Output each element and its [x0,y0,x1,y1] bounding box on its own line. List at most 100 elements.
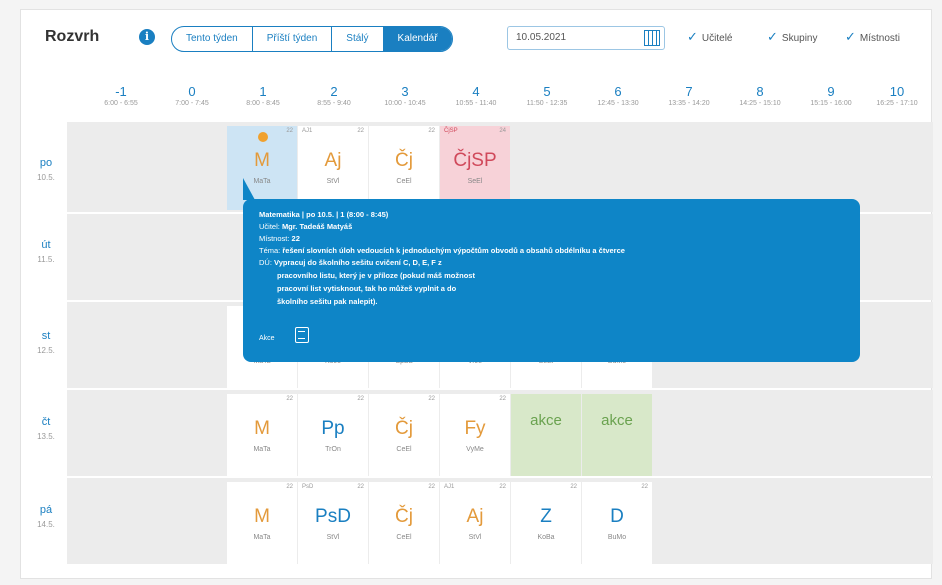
lesson-teacher: StVl [468,534,482,541]
lesson-teacher: MaTa [253,446,271,453]
toggle-groups[interactable]: ✓ Skupiny [767,29,817,45]
tab-calendar[interactable]: Kalendář [383,27,452,51]
day-name: út [41,239,51,251]
period-time: 10:55 - 11:40 [455,100,497,107]
week-selector: Tento týden Příští týden Stálý Kalendář [171,26,453,52]
lesson-cell[interactable]: AJ1 22 Aj StVl [298,126,368,210]
tooltip-topic-label: Téma: [259,246,281,255]
period-number: 4 [472,84,480,99]
calendar-icon[interactable] [644,30,660,46]
date-field[interactable]: 10.05.2021 [507,26,665,50]
day-label: út 11.5. [21,239,71,264]
lesson-cell[interactable]: 22 Čj CeEl [369,394,439,476]
day-label: čt 13.5. [21,416,71,441]
lesson-subject: Pp [321,418,345,439]
period-header: 9 15:15 - 16:00 [795,85,867,109]
period-time: 8:00 - 8:45 [246,100,280,107]
period-number: 5 [543,84,551,99]
toggle-label: Učitelé [701,33,733,44]
period-number: 1 [259,84,267,99]
group-label: AJ1 [444,484,455,490]
room-number: 22 [499,484,506,490]
period-header: 1 8:00 - 8:45 [227,85,299,109]
lesson-cell[interactable]: 22 Fy VyMe [440,394,510,476]
room-number: 22 [499,396,506,402]
tab-next-week[interactable]: Příští týden [253,27,333,51]
tooltip-homework: DÚ: Vypracuj do školního sešitu cvičení … [259,258,442,267]
period-number: 6 [614,84,622,99]
lesson-cell[interactable]: PsD 22 PsD StVl [298,482,368,564]
event-cell[interactable]: akce [511,394,581,476]
lesson-teacher: VyMe [466,446,484,453]
period-header: 7 13:35 - 14:20 [653,85,725,109]
period-time: 11:50 - 12:35 [526,100,568,107]
tooltip-room-label: Místnost: [259,234,290,243]
period-header: -1 6:00 - 6:55 [85,85,157,109]
period-number: 3 [401,84,409,99]
attachment-icon[interactable] [295,327,309,343]
lesson-subject: Z [540,506,552,527]
lesson-teacher: CeEl [396,534,412,541]
tooltip-arrow [243,178,255,200]
lesson-teacher: KoBa [537,534,555,541]
lesson-cell[interactable]: AJ1 22 Aj StVl [440,482,510,564]
tab-this-week[interactable]: Tento týden [172,27,253,51]
lesson-teacher: MaTa [253,534,271,541]
lesson-subject: Aj [324,150,342,171]
tooltip-room: Místnost: 22 [259,234,300,243]
room-number: 22 [428,128,435,134]
lesson-cell[interactable]: 22 M MaTa [227,482,297,564]
lesson-subject: Čj [395,506,413,527]
lesson-cell[interactable]: 22 Pp TrOn [298,394,368,476]
tooltip-homework-line: Vypracuj do školního sešitu cvičení C, D… [274,258,442,267]
lesson-cell-selected[interactable]: 22 M MaTa [227,126,297,210]
day-name: po [39,157,53,169]
lesson-cell[interactable]: 22 Čj CeEl [369,482,439,564]
period-time: 16:25 - 17:10 [876,100,918,107]
page-title: Rozvrh [45,28,100,45]
tooltip-title: Matematika | po 10.5. | 1 (8:00 - 8:45) [259,210,389,219]
lesson-cell[interactable]: 22 Z KoBa [511,482,581,564]
tooltip-topic: Téma: řešení slovních úloh vedoucích k j… [259,246,625,255]
group-label: AJ1 [302,128,313,134]
warning-icon[interactable] [258,132,268,142]
period-header: 10 16:25 - 17:10 [861,85,933,109]
tooltip-topic-value: řešení slovních úloh vedoucích k jednodu… [282,246,625,255]
day-date: 14.5. [37,520,55,529]
period-number: 10 [889,84,905,99]
period-number: 8 [756,84,764,99]
lesson-cell-changed[interactable]: ČjSP 24 ČjSP SeEl [440,126,510,210]
toggle-rooms[interactable]: ✓ Místnosti [845,29,900,45]
period-time: 6:00 - 6:55 [104,100,138,107]
lesson-cell[interactable]: 22 Čj CeEl [369,126,439,210]
period-time: 8:55 - 9:40 [317,100,351,107]
room-number: 22 [570,484,577,490]
room-number: 24 [499,128,506,134]
tooltip-homework-label: DÚ: [259,258,272,267]
lesson-teacher: CeEl [396,178,412,185]
event-cell[interactable]: akce [582,394,652,476]
day-name: čt [41,416,51,428]
check-icon: ✓ [845,29,856,44]
lesson-cell[interactable]: 22 D BuMo [582,482,652,564]
lesson-subject: M [254,418,270,439]
check-icon: ✓ [687,29,698,44]
lesson-subject: M [254,506,270,527]
period-time: 14:25 - 15:10 [739,100,781,107]
lesson-subject: M [254,150,270,171]
room-number: 22 [286,484,293,490]
lesson-subject: PsD [315,506,351,527]
toggle-teachers[interactable]: ✓ Učitelé [687,29,732,45]
lesson-teacher: CeEl [396,446,412,453]
period-number: 9 [827,84,835,99]
check-icon: ✓ [767,29,778,44]
lesson-detail-tooltip: Matematika | po 10.5. | 1 (8:00 - 8:45) … [243,199,860,362]
period-time: 7:00 - 7:45 [175,100,209,107]
lesson-cell[interactable]: 22 M MaTa [227,394,297,476]
tab-permanent[interactable]: Stálý [332,27,384,51]
tooltip-homework-line: školního sešitu pak nalepit). [277,297,378,306]
period-time: 12:45 - 13:30 [597,100,639,107]
info-icon[interactable]: i [139,29,155,45]
period-time: 13:35 - 14:20 [668,100,710,107]
day-date: 12.5. [37,346,55,355]
